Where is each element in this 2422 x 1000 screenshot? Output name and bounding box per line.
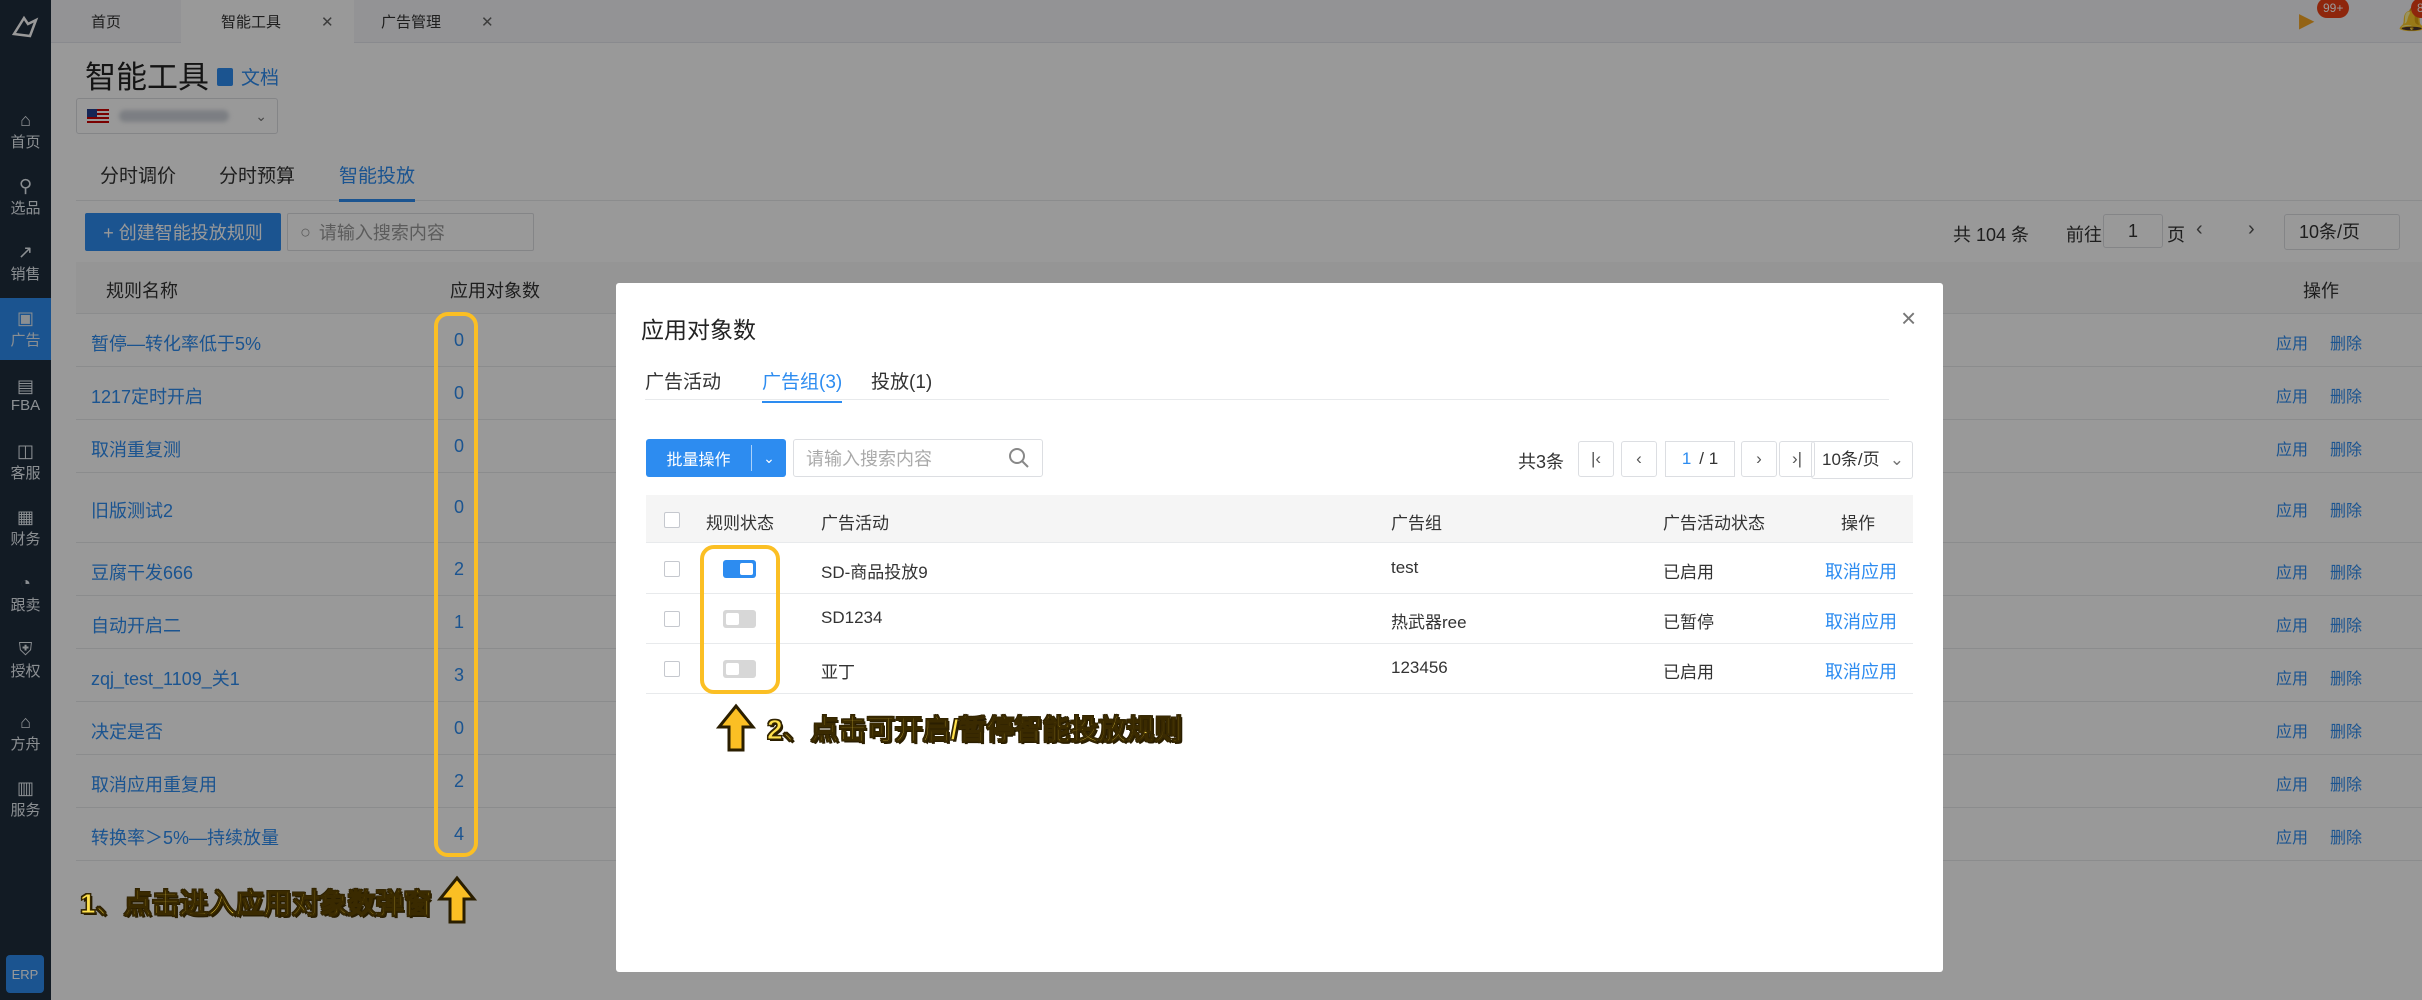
highlight-target-count-column [434,312,478,857]
chevron-down-icon: ⌄ [1889,450,1904,469]
arrow-up-icon [437,875,477,924]
page-total: / 1 [1699,449,1719,468]
page-size-label: 10条/页 [1822,450,1880,469]
next-page-icon[interactable]: › [1741,441,1777,477]
modal-table-header: 规则状态 广告活动 广告组 广告活动状态 操作 [646,495,1913,543]
chevron-down-icon[interactable]: ⌄ [752,450,786,467]
campaign-status: 已启用 [1663,663,1714,682]
tab-campaigns[interactable]: 广告活动 [645,367,721,394]
target-count-modal: 应用对象数 × 广告活动 广告组(3) 投放(1) 批量操作 ⌄ 请输入搜索内容… [616,283,1943,972]
row-checkbox[interactable] [664,611,680,627]
ad-group-name: 热武器ree [1391,613,1467,632]
modal-search-input[interactable]: 请输入搜索内容 [793,439,1043,477]
campaign-name: SD-商品投放9 [821,563,928,582]
ad-group-name: 123456 [1391,658,1448,677]
modal-table-row: 亚丁 123456 已启用 取消应用 [646,644,1913,694]
col-rule-status: 规则状态 [706,514,774,533]
prev-page-icon[interactable]: ‹ [1621,441,1657,477]
search-icon[interactable] [1008,447,1030,469]
annotation-step2: 2、点击可开启/暂停智能投放规则 [766,714,1183,746]
first-page-icon[interactable]: |‹ [1578,441,1614,477]
batch-action-button[interactable]: 批量操作 ⌄ [646,439,786,477]
arrow-up-icon [716,703,756,752]
col-ad-group: 广告组 [1391,514,1442,533]
col-actions: 操作 [1841,514,1875,533]
batch-label: 批量操作 [666,452,731,469]
modal-tab-bar: 广告活动 广告组(3) 投放(1) [645,363,1889,403]
col-campaign-status: 广告活动状态 [1663,514,1765,533]
last-page-icon[interactable]: ›| [1779,441,1815,477]
campaign-status: 已暂停 [1663,613,1714,632]
modal-table-row: SD-商品投放9 test 已启用 取消应用 [646,544,1913,594]
unapply-link[interactable]: 取消应用 [1825,558,1897,584]
ad-group-name: test [1391,558,1419,577]
row-checkbox[interactable] [664,561,680,577]
campaign-name: 亚丁 [821,663,855,682]
modal-title: 应用对象数 [641,317,756,343]
close-icon[interactable]: × [1901,303,1916,334]
select-all-checkbox[interactable] [664,512,680,528]
campaign-name: SD1234 [821,608,883,627]
modal-total: 共3条 [1518,452,1565,472]
unapply-link[interactable]: 取消应用 [1825,608,1897,634]
row-checkbox[interactable] [664,661,680,677]
modal-page-size-select[interactable]: 10条/页 ⌄ [1811,441,1913,479]
tab-targeting[interactable]: 投放(1) [871,367,932,394]
unapply-link[interactable]: 取消应用 [1825,658,1897,684]
campaign-status: 已启用 [1663,563,1714,582]
page-indicator: 1 / 1 [1665,441,1735,477]
tab-ad-groups[interactable]: 广告组(3) [762,367,843,403]
search-placeholder: 请输入搜索内容 [806,449,932,469]
annotation-step1: 1、点击进入应用对象数弹窗 [80,888,433,920]
col-campaign: 广告活动 [821,514,889,533]
current-page: 1 [1681,449,1692,468]
highlight-status-toggles [700,545,780,694]
modal-table-row: SD1234 热武器ree 已暂停 取消应用 [646,594,1913,644]
